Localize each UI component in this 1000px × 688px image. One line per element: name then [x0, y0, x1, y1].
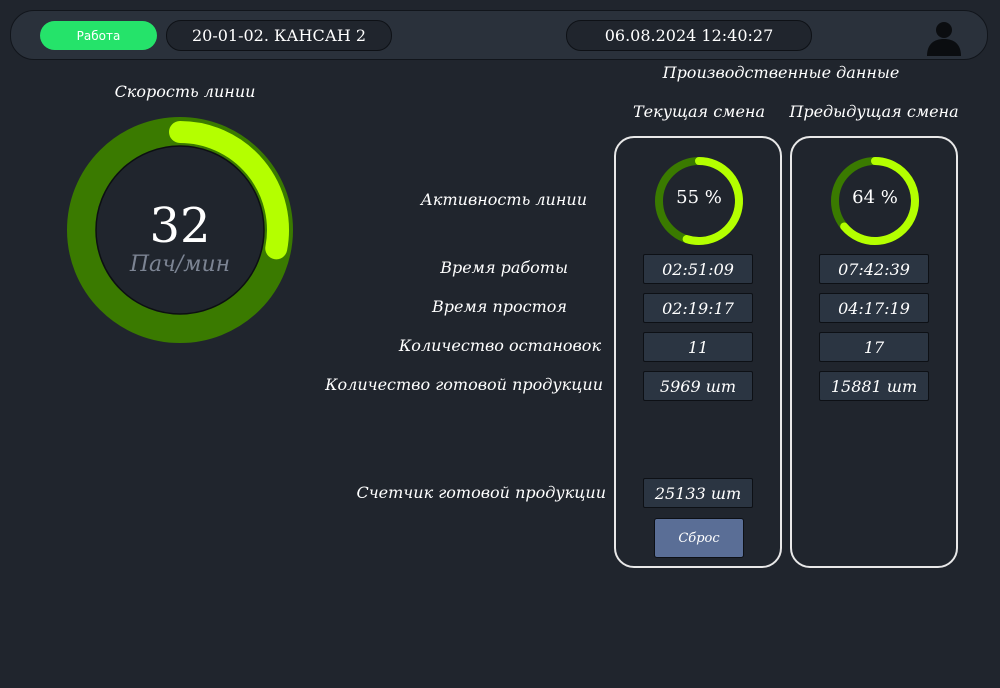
finished-label: Количество готовой продукции — [325, 375, 603, 394]
counter-label: Счетчик готовой продукции — [356, 483, 606, 502]
current-finished: 5969 шт — [643, 371, 753, 401]
status-badge[interactable]: Работа — [40, 21, 157, 50]
previous-activity-value: 64 % — [852, 187, 898, 208]
work-time-label: Время работы — [440, 258, 568, 277]
top-bar: Работа 20-01-02. КАНСАН 2 06.08.2024 12:… — [10, 10, 988, 60]
previous-idle-time: 04:17:19 — [819, 293, 929, 323]
reset-button[interactable]: Сброс — [654, 518, 744, 558]
speed-title: Скорость линии — [114, 82, 256, 101]
previous-stops: 17 — [819, 332, 929, 362]
current-work-time: 02:51:09 — [643, 254, 753, 284]
datetime-display: 06.08.2024 12:40:27 — [566, 20, 812, 51]
stops-label: Количество остановок — [398, 336, 601, 355]
current-counter: 25133 шт — [643, 478, 753, 508]
user-avatar-icon[interactable] — [924, 16, 964, 56]
speed-unit: Пач/мин — [129, 252, 231, 277]
current-stops: 11 — [643, 332, 753, 362]
current-activity-value: 55 % — [676, 187, 722, 208]
production-title: Производственные данные — [662, 63, 900, 82]
current-idle-time: 02:19:17 — [643, 293, 753, 323]
current-shift-header: Текущая смена — [633, 102, 765, 121]
previous-finished: 15881 шт — [819, 371, 929, 401]
line-name-display: 20-01-02. КАНСАН 2 — [166, 20, 392, 51]
previous-work-time: 07:42:39 — [819, 254, 929, 284]
previous-shift-header: Предыдущая смена — [789, 102, 959, 121]
idle-time-label: Время простоя — [432, 297, 567, 316]
activity-label: Активность линии — [420, 190, 587, 209]
speed-value: 32 — [149, 198, 211, 254]
